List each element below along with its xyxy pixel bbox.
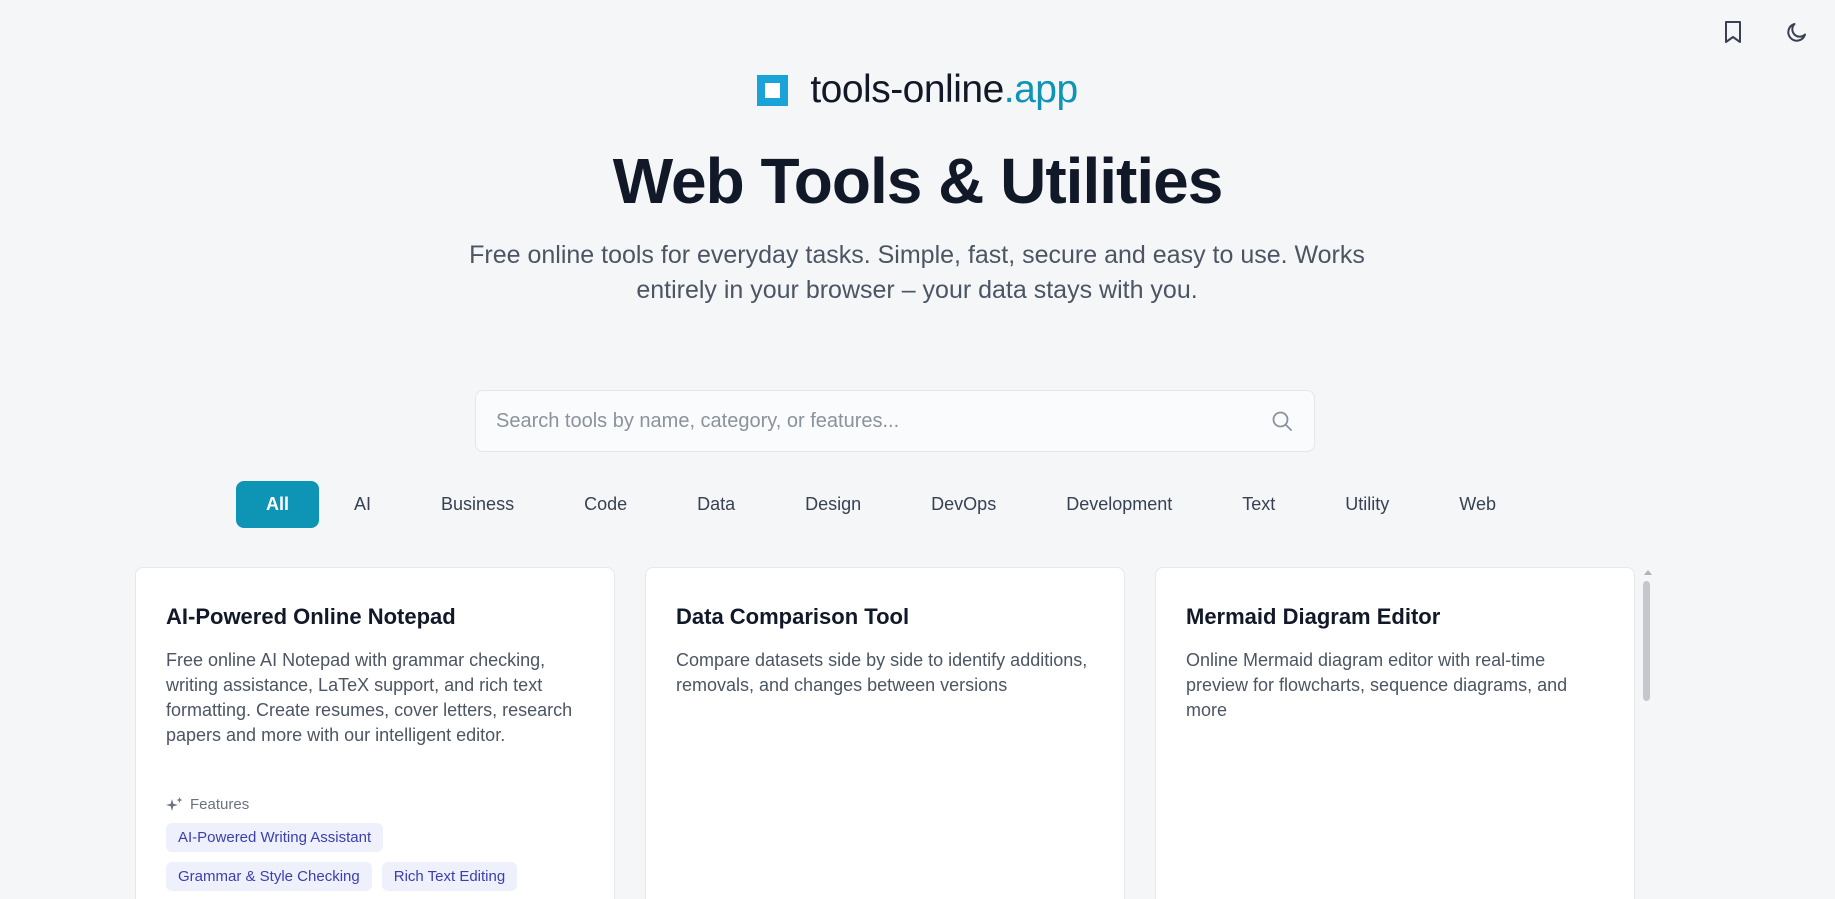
- tab-all[interactable]: All: [236, 481, 320, 528]
- feature-tag: Grammar & Style Checking: [166, 862, 372, 891]
- feature-tag: Rich Text Editing: [381, 862, 518, 891]
- scroll-up-arrow[interactable]: [1644, 570, 1652, 575]
- feature-tag: AI-Powered Writing Assistant: [166, 823, 384, 852]
- search-input[interactable]: [496, 409, 1270, 433]
- tool-cards: AI-Powered Online Notepad Free online AI…: [135, 567, 1635, 899]
- brand-tld: .app: [1003, 68, 1078, 111]
- page-title: Web Tools & Utilities: [612, 145, 1224, 217]
- category-tabs: All AI Business Code Data Design DevOps …: [236, 481, 1531, 528]
- card-title: AI-Powered Online Notepad: [166, 604, 456, 629]
- tab-code[interactable]: Code: [549, 481, 662, 528]
- card-description: Online Mermaid diagram editor with real-…: [1186, 650, 1568, 720]
- tab-data[interactable]: Data: [662, 481, 770, 528]
- brand-name: tools-online.app: [810, 68, 1078, 112]
- brand[interactable]: tools-online.app: [0, 68, 1835, 112]
- scrollbar[interactable]: [1643, 570, 1653, 899]
- features-label: Features: [166, 796, 584, 813]
- tab-development[interactable]: Development: [1031, 481, 1207, 528]
- feature-tags: AI-Powered Writing Assistant Grammar & S…: [166, 823, 566, 891]
- sparkles-icon: [166, 796, 183, 811]
- card-description: Free online AI Notepad with grammar chec…: [166, 650, 573, 745]
- search-icon[interactable]: [1270, 409, 1294, 433]
- tool-card[interactable]: Data Comparison Tool Compare datasets si…: [645, 567, 1125, 899]
- search-box: [475, 390, 1315, 452]
- tab-text[interactable]: Text: [1207, 481, 1310, 528]
- tab-web[interactable]: Web: [1424, 481, 1531, 528]
- header-actions: [1719, 18, 1811, 46]
- scroll-thumb[interactable]: [1643, 581, 1650, 701]
- tab-utility[interactable]: Utility: [1310, 481, 1424, 528]
- moon-icon[interactable]: [1783, 18, 1811, 46]
- card-title: Data Comparison Tool: [676, 604, 910, 629]
- page-subtitle: Free online tools for everyday tasks. Si…: [469, 241, 1365, 304]
- bookmark-icon[interactable]: [1719, 18, 1747, 46]
- tab-devops[interactable]: DevOps: [896, 481, 1031, 528]
- tab-business[interactable]: Business: [406, 481, 549, 528]
- brand-name-text: tools-online: [810, 68, 1004, 111]
- tool-card[interactable]: AI-Powered Online Notepad Free online AI…: [135, 567, 615, 899]
- logo-icon: [757, 74, 789, 106]
- tool-card[interactable]: Mermaid Diagram Editor Online Mermaid di…: [1155, 567, 1635, 899]
- card-description: Compare datasets side by side to identif…: [676, 650, 1088, 695]
- features-label-text: Features: [190, 796, 250, 813]
- card-title: Mermaid Diagram Editor: [1186, 604, 1441, 629]
- tab-design[interactable]: Design: [770, 481, 896, 528]
- tab-ai[interactable]: AI: [319, 481, 406, 528]
